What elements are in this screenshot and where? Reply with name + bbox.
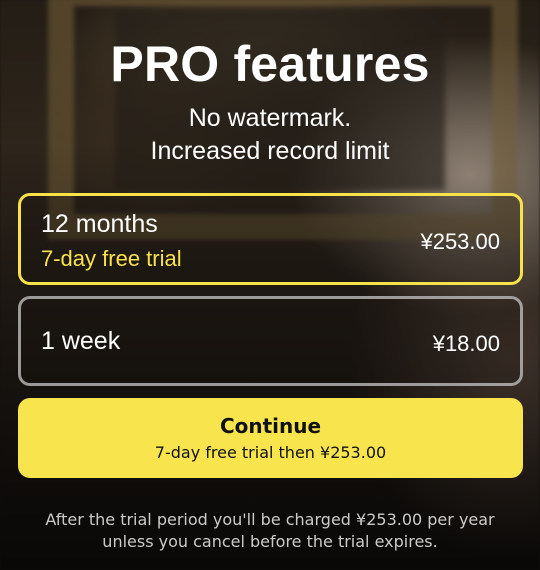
continue-button-sublabel: 7-day free trial then ¥253.00 (154, 443, 387, 462)
plan-option-weekly[interactable]: 1 week ¥18.00 (18, 296, 523, 386)
billing-disclaimer: After the trial period you'll be charged… (10, 509, 530, 553)
plan-price: ¥253.00 (420, 229, 500, 254)
disclaimer-line: After the trial period you'll be charged… (45, 510, 495, 529)
continue-button-label: Continue (219, 414, 322, 438)
feature-record-limit: Increased record limit (150, 137, 390, 165)
paywall-screen: PRO features No watermark. Increased rec… (0, 0, 540, 570)
plan-name: 1 week (41, 327, 121, 355)
plan-trial-label: 7-day free trial (41, 246, 182, 271)
feature-no-watermark: No watermark. (188, 104, 352, 132)
plan-price: ¥18.00 (432, 331, 500, 356)
disclaimer-line: unless you cancel before the trial expir… (102, 532, 438, 551)
page-title: PRO features (110, 36, 430, 92)
plan-option-annual[interactable]: 12 months 7-day free trial ¥253.00 (18, 193, 523, 285)
continue-button[interactable]: Continue 7-day free trial then ¥253.00 (18, 398, 523, 478)
paywall-content: PRO features No watermark. Increased rec… (0, 0, 540, 570)
plan-name: 12 months (41, 210, 158, 238)
